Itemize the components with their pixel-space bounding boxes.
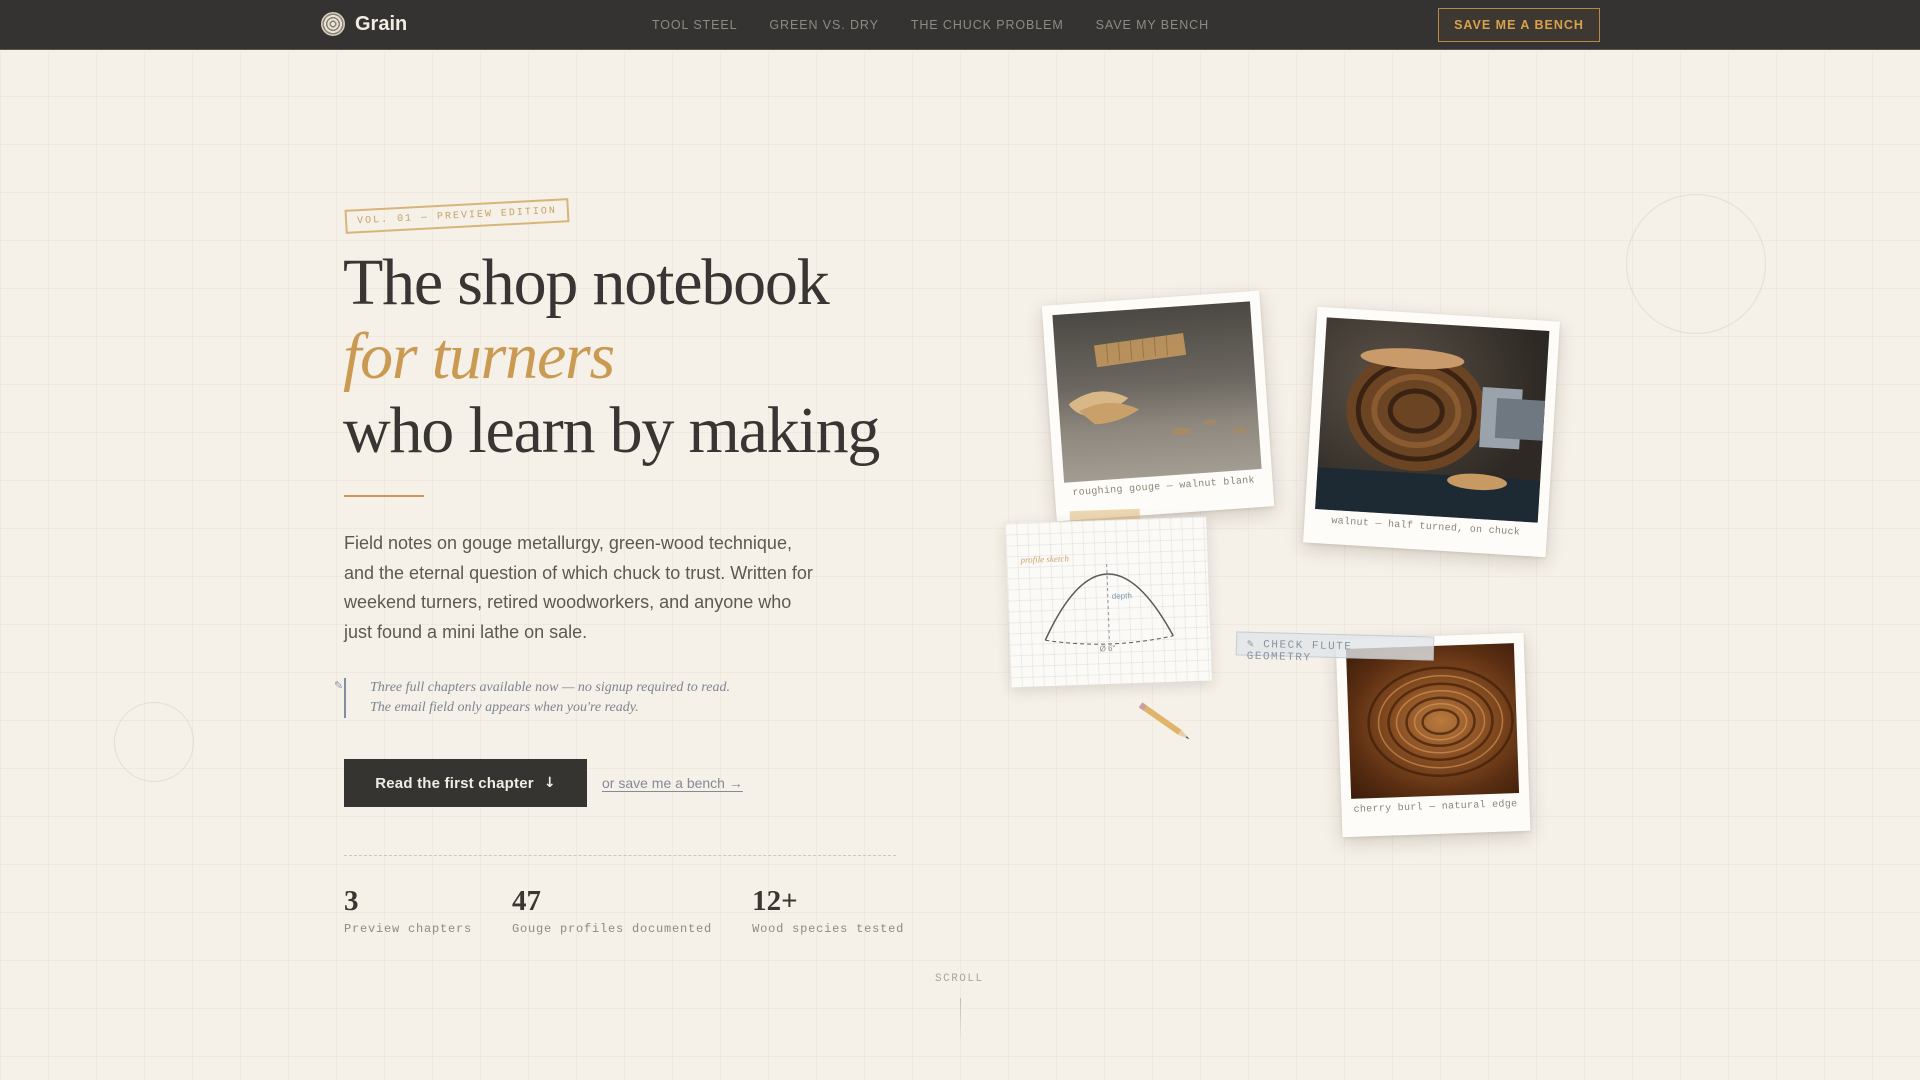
sketch-title: profile sketch bbox=[1020, 553, 1070, 566]
photo-walnut-bowl: walnut — half turned, on chuck bbox=[1303, 306, 1560, 558]
roughing-gouge-image bbox=[1052, 301, 1262, 483]
sticky-note: ✎ CHECK FLUTE GEOMETRY bbox=[1235, 631, 1435, 664]
nav-link-tool-steel[interactable]: TOOL STEEL bbox=[652, 18, 737, 32]
stat-value: 12+ bbox=[752, 885, 798, 917]
brand-name: Grain bbox=[355, 12, 408, 35]
stat-preview-chapters: 3 Preview chapters bbox=[344, 886, 472, 936]
walnut-bowl-image bbox=[1315, 317, 1550, 523]
nav-link-save-my-bench[interactable]: SAVE MY BENCH bbox=[1096, 18, 1209, 32]
stat-gouge-profiles: 47 Gouge profiles documented bbox=[512, 886, 712, 936]
nav-links: TOOL STEEL GREEN VS. DRY THE CHUCK PROBL… bbox=[652, 18, 1209, 32]
headline-line-1: The shop notebook bbox=[343, 246, 830, 319]
preview-note: Three full chapters available now — no s… bbox=[344, 678, 734, 718]
stat-value: 47 bbox=[512, 885, 542, 917]
cherry-burl-image bbox=[1345, 643, 1520, 799]
hero-lede: Field notes on gouge metallurgy, green-w… bbox=[344, 533, 813, 642]
headline-rule bbox=[344, 495, 424, 497]
brand[interactable]: Grain bbox=[321, 12, 407, 36]
save-bench-link[interactable]: or save me a bench → bbox=[602, 775, 743, 791]
pencil-icon: ✎ bbox=[334, 679, 344, 692]
hero-headline: The shop notebook for turners who learn … bbox=[343, 246, 963, 468]
headline-line-3: who learn by making bbox=[343, 394, 880, 467]
photo-cherry-burl: cherry burl — natural edge bbox=[1335, 632, 1531, 838]
decorative-circle-right bbox=[1626, 194, 1766, 334]
stat-label: Gouge profiles documented bbox=[512, 922, 713, 936]
decorative-circle-left bbox=[114, 702, 194, 782]
stat-label: Wood species tested bbox=[752, 922, 905, 936]
stat-label: Preview chapters bbox=[344, 922, 473, 936]
stat-value: 3 bbox=[344, 885, 359, 917]
sketch-diameter-label: Ø 6" bbox=[1099, 643, 1116, 654]
arrow-down-icon: ↓ bbox=[543, 775, 556, 791]
pencil-decoration-icon bbox=[1138, 702, 1190, 740]
scroll-indicator-line bbox=[960, 998, 961, 1042]
save-bench-button[interactable]: SAVE ME A BENCH bbox=[1438, 8, 1600, 42]
top-nav: Grain TOOL STEEL GREEN VS. DRY THE CHUCK… bbox=[0, 0, 1920, 50]
read-first-chapter-button[interactable]: Read the first chapter ↓ bbox=[344, 759, 587, 807]
profile-sketch-card: profile sketch depth Ø 6" bbox=[1005, 516, 1212, 688]
edition-stamp: VOL. 01 — PREVIEW EDITION bbox=[344, 198, 570, 234]
photo-roughing-gouge: roughing gouge — walnut blank bbox=[1041, 290, 1275, 522]
sketch-depth-label: depth bbox=[1111, 591, 1132, 601]
scroll-indicator-label[interactable]: SCROLL bbox=[935, 973, 984, 985]
nav-link-green-vs-dry[interactable]: GREEN VS. DRY bbox=[769, 18, 878, 32]
read-first-chapter-label: Read the first chapter bbox=[375, 774, 534, 792]
stats-divider bbox=[344, 855, 896, 856]
stats-row: 3 Preview chapters 47 Gouge profiles doc… bbox=[344, 886, 944, 936]
headline-accent: for turners bbox=[343, 320, 615, 393]
nav-link-chuck-problem[interactable]: THE CHUCK PROBLEM bbox=[911, 18, 1064, 32]
stat-wood-species: 12+ Wood species tested bbox=[752, 886, 904, 936]
wood-grain-logo-icon bbox=[321, 12, 345, 36]
